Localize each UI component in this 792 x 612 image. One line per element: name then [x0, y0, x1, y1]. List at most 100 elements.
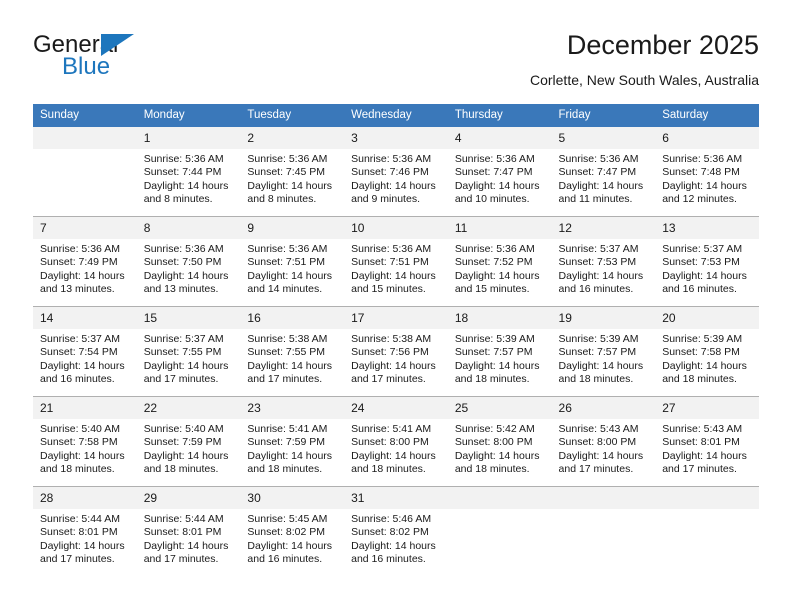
- calendar-day-cell[interactable]: 5 Sunrise: 5:36 AM Sunset: 7:47 PM Daylight…: [551, 127, 656, 217]
- calendar-day-cell[interactable]: 26 Sunrise: 5:43 AM Sunset: 8:00 PM Dayligh…: [551, 396, 656, 487]
- day-details: Sunrise: 5:37 AM Sunset: 7:54 PM Daylight:…: [33, 329, 137, 387]
- day-details: Sunrise: 5:37 AM Sunset: 7:55 PM Daylight:…: [137, 329, 241, 387]
- sunset-text: Sunset: 7:51 PM: [247, 256, 326, 269]
- sunrise-text: Sunrise: 5:36 AM: [247, 243, 328, 255]
- sunset-text: Sunset: 7:49 PM: [40, 256, 118, 269]
- daylight-text: Daylight: 14 hours and 17 minutes.: [662, 449, 747, 476]
- day-number: 15: [136, 307, 241, 329]
- daylight-text: Daylight: 14 hours and 8 minutes.: [143, 179, 229, 206]
- day-details: Sunrise: 5:36 AM Sunset: 7:51 PM Daylight:…: [240, 239, 344, 297]
- day-details: Sunrise: 5:39 AM Sunset: 7:58 PM Daylight:…: [655, 329, 759, 387]
- day-details: Sunrise: 5:36 AM Sunset: 7:47 PM Daylight:…: [448, 149, 552, 207]
- day-details: Sunrise: 5:36 AM Sunset: 7:50 PM Daylight:…: [137, 239, 241, 297]
- calendar-day-cell[interactable]: 24 Sunrise: 5:41 AM Sunset: 8:00 PM Dayligh…: [344, 396, 448, 487]
- daylight-text: Daylight: 14 hours and 17 minutes.: [351, 359, 436, 386]
- calendar-day-cell[interactable]: 25 Sunrise: 5:42 AM Sunset: 8:00 PM Dayligh…: [447, 396, 552, 487]
- sunrise-text: Sunrise: 5:39 AM: [558, 333, 639, 345]
- calendar-day-cell-empty: [655, 486, 759, 576]
- sunset-text: Sunset: 8:01 PM: [662, 436, 740, 449]
- calendar-day-cell[interactable]: 16 Sunrise: 5:38 AM Sunset: 7:55 PM Dayligh…: [240, 306, 345, 397]
- day-number: [655, 487, 759, 509]
- general-blue-logo[interactable]: General Blue: [33, 32, 263, 90]
- calendar-day-cell[interactable]: 23 Sunrise: 5:41 AM Sunset: 7:59 PM Dayligh…: [240, 396, 345, 487]
- calendar-day-cell[interactable]: 30 Sunrise: 5:45 AM Sunset: 8:02 PM Dayligh…: [240, 486, 345, 576]
- calendar-day-cell[interactable]: 29 Sunrise: 5:44 AM Sunset: 8:01 PM Dayligh…: [136, 486, 241, 576]
- calendar-day-cell[interactable]: 8 Sunrise: 5:36 AM Sunset: 7:50 PM Daylight…: [136, 216, 241, 307]
- calendar-day-cell[interactable]: 20 Sunrise: 5:39 AM Sunset: 7:58 PM Dayligh…: [655, 306, 759, 397]
- sunset-text: Sunset: 7:48 PM: [662, 166, 740, 179]
- calendar-day-cell[interactable]: 15 Sunrise: 5:37 AM Sunset: 7:55 PM Dayligh…: [136, 306, 241, 397]
- day-details: Sunrise: 5:42 AM Sunset: 8:00 PM Daylight:…: [448, 419, 552, 477]
- calendar-week-row: 7 Sunrise: 5:36 AM Sunset: 7:49 PM Daylight…: [33, 216, 759, 307]
- day-cell-inner: 2 Sunrise: 5:36 AM Sunset: 7:45 PM Daylight…: [240, 127, 345, 216]
- day-cell-inner: 30 Sunrise: 5:45 AM Sunset: 8:02 PM Dayligh…: [240, 487, 345, 576]
- calendar-day-cell[interactable]: 10 Sunrise: 5:36 AM Sunset: 7:51 PM Dayligh…: [344, 216, 448, 307]
- sunset-text: Sunset: 8:00 PM: [454, 436, 533, 449]
- sunrise-sunset-calendar: Sunday Monday Tuesday Wednesday Thursday Frid…: [33, 104, 759, 576]
- weekday-header-friday: Friday: [551, 104, 656, 127]
- calendar-week-row: 1 Sunrise: 5:36 AM Sunset: 7:44 PM Daylight…: [33, 127, 759, 217]
- sunrise-text: Sunrise: 5:44 AM: [143, 513, 224, 525]
- sunrise-text: Sunrise: 5:44 AM: [40, 513, 120, 525]
- day-number: 19: [551, 307, 656, 329]
- calendar-day-cell[interactable]: 11 Sunrise: 5:36 AM Sunset: 7:52 PM Dayligh…: [447, 216, 552, 307]
- calendar-day-cell[interactable]: 13 Sunrise: 5:37 AM Sunset: 7:53 PM Dayligh…: [655, 216, 759, 307]
- day-cell-inner: 26 Sunrise: 5:43 AM Sunset: 8:00 PM Dayligh…: [551, 397, 656, 486]
- day-details: Sunrise: 5:41 AM Sunset: 8:00 PM Daylight:…: [344, 419, 448, 477]
- day-cell-inner: 29 Sunrise: 5:44 AM Sunset: 8:01 PM Dayligh…: [136, 487, 241, 576]
- day-cell-inner: 3 Sunrise: 5:36 AM Sunset: 7:46 PM Daylight…: [344, 127, 448, 216]
- sunrise-text: Sunrise: 5:37 AM: [558, 243, 639, 255]
- calendar-day-cell[interactable]: 27 Sunrise: 5:43 AM Sunset: 8:01 PM Dayligh…: [655, 396, 759, 487]
- calendar-day-cell[interactable]: 3 Sunrise: 5:36 AM Sunset: 7:46 PM Daylight…: [344, 127, 448, 217]
- day-number: 20: [655, 307, 759, 329]
- daylight-text: Daylight: 14 hours and 18 minutes.: [662, 359, 747, 386]
- day-number: 9: [240, 217, 345, 239]
- calendar-day-cell[interactable]: 31 Sunrise: 5:46 AM Sunset: 8:02 PM Dayligh…: [344, 486, 448, 576]
- day-number: 3: [344, 127, 448, 149]
- calendar-day-cell[interactable]: 1 Sunrise: 5:36 AM Sunset: 7:44 PM Daylight…: [136, 127, 241, 217]
- sunset-text: Sunset: 8:02 PM: [247, 526, 326, 539]
- day-details: Sunrise: 5:36 AM Sunset: 7:44 PM Daylight:…: [137, 149, 241, 207]
- sunset-text: Sunset: 7:56 PM: [351, 346, 429, 359]
- day-number: 26: [551, 397, 656, 419]
- sunset-text: Sunset: 7:54 PM: [40, 346, 118, 359]
- calendar-day-cell[interactable]: 21 Sunrise: 5:40 AM Sunset: 7:58 PM Dayligh…: [33, 396, 137, 487]
- day-cell-inner: 14 Sunrise: 5:37 AM Sunset: 7:54 PM Dayligh…: [33, 307, 137, 396]
- day-details: Sunrise: 5:43 AM Sunset: 8:01 PM Daylight:…: [655, 419, 759, 477]
- calendar-day-cell[interactable]: 28 Sunrise: 5:44 AM Sunset: 8:01 PM Dayligh…: [33, 486, 137, 576]
- day-cell-inner: 16 Sunrise: 5:38 AM Sunset: 7:55 PM Dayligh…: [240, 307, 345, 396]
- day-details: Sunrise: 5:38 AM Sunset: 7:56 PM Daylight:…: [344, 329, 448, 387]
- calendar-day-cell[interactable]: 22 Sunrise: 5:40 AM Sunset: 7:59 PM Dayligh…: [136, 396, 241, 487]
- day-cell-inner: 11 Sunrise: 5:36 AM Sunset: 7:52 PM Dayligh…: [447, 217, 552, 306]
- sunrise-text: Sunrise: 5:39 AM: [454, 333, 535, 345]
- day-cell-inner: 25 Sunrise: 5:42 AM Sunset: 8:00 PM Dayligh…: [447, 397, 552, 486]
- calendar-day-cell[interactable]: 7 Sunrise: 5:36 AM Sunset: 7:49 PM Daylight…: [33, 216, 137, 307]
- day-number: 24: [344, 397, 448, 419]
- daylight-text: Daylight: 14 hours and 16 minutes.: [662, 269, 747, 296]
- calendar-day-cell[interactable]: 6 Sunrise: 5:36 AM Sunset: 7:48 PM Daylight…: [655, 127, 759, 217]
- day-number: 16: [240, 307, 345, 329]
- day-details: Sunrise: 5:37 AM Sunset: 7:53 PM Daylight:…: [552, 239, 656, 297]
- calendar-body: 1 Sunrise: 5:36 AM Sunset: 7:44 PM Daylight…: [33, 127, 759, 576]
- daylight-text: Daylight: 14 hours and 17 minutes.: [143, 359, 229, 386]
- day-number: 12: [551, 217, 656, 239]
- calendar-day-cell[interactable]: 9 Sunrise: 5:36 AM Sunset: 7:51 PM Daylight…: [240, 216, 345, 307]
- calendar-day-cell[interactable]: 4 Sunrise: 5:36 AM Sunset: 7:47 PM Daylight…: [447, 127, 552, 217]
- calendar-day-cell[interactable]: 2 Sunrise: 5:36 AM Sunset: 7:45 PM Daylight…: [240, 127, 345, 217]
- calendar-day-cell[interactable]: 12 Sunrise: 5:37 AM Sunset: 7:53 PM Dayligh…: [551, 216, 656, 307]
- daylight-text: Daylight: 14 hours and 18 minutes.: [247, 449, 333, 476]
- daylight-text: Daylight: 14 hours and 18 minutes.: [454, 359, 540, 386]
- calendar-day-cell[interactable]: 18 Sunrise: 5:39 AM Sunset: 7:57 PM Dayligh…: [447, 306, 552, 397]
- calendar-day-cell[interactable]: 14 Sunrise: 5:37 AM Sunset: 7:54 PM Dayligh…: [33, 306, 137, 397]
- daylight-text: Daylight: 14 hours and 16 minutes.: [40, 359, 125, 386]
- sunrise-text: Sunrise: 5:37 AM: [662, 243, 743, 255]
- day-number: 5: [551, 127, 656, 149]
- sunrise-text: Sunrise: 5:36 AM: [558, 153, 639, 165]
- sunrise-text: Sunrise: 5:41 AM: [351, 423, 432, 435]
- calendar-day-cell[interactable]: 19 Sunrise: 5:39 AM Sunset: 7:57 PM Dayligh…: [551, 306, 656, 397]
- daylight-text: Daylight: 14 hours and 16 minutes.: [247, 539, 333, 566]
- calendar-day-cell[interactable]: 17 Sunrise: 5:38 AM Sunset: 7:56 PM Dayligh…: [344, 306, 448, 397]
- day-number: [551, 487, 656, 509]
- day-cell-inner: 7 Sunrise: 5:36 AM Sunset: 7:49 PM Daylight…: [33, 217, 137, 306]
- daylight-text: Daylight: 14 hours and 18 minutes.: [40, 449, 125, 476]
